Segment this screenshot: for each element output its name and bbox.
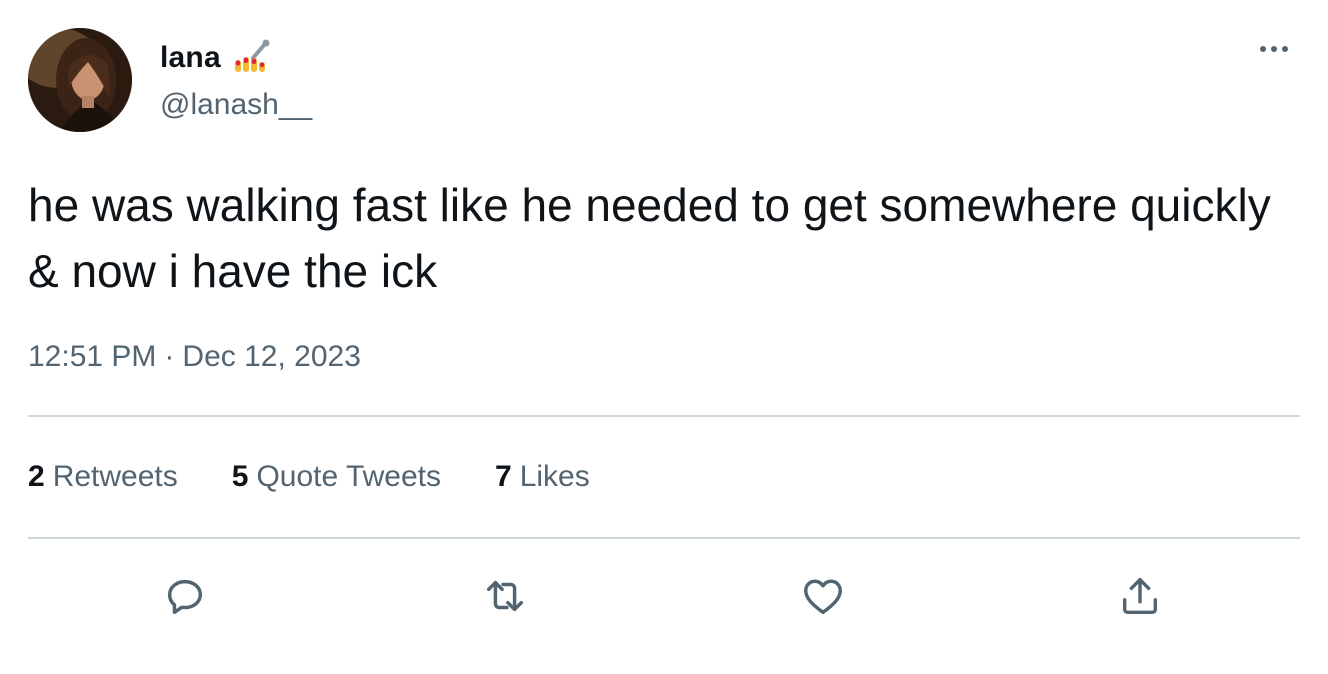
retweet-button[interactable] [475,566,535,626]
retweets-label: Retweets [52,460,178,493]
author-handle[interactable]: @lanash__ [160,88,312,122]
reply-button[interactable] [155,566,215,626]
share-button[interactable] [1110,566,1170,626]
engagement-stats: 2 Retweets 5 Quote Tweets 7 Likes [28,460,644,494]
likes-count: 7 [495,460,512,493]
more-options-button[interactable] [1252,38,1296,60]
retweets-count: 2 [28,460,45,493]
avatar-photo [28,28,132,132]
display-name[interactable]: lana [160,41,221,75]
heart-icon [804,579,842,615]
author-name-row[interactable]: lana [160,38,271,78]
likes-stat[interactable]: 7 Likes [495,460,590,494]
retweet-icon [486,580,524,612]
likes-label: Likes [519,460,590,493]
meta-separator: · [164,340,175,373]
share-icon [1122,577,1158,615]
quote-tweets-stat[interactable]: 5 Quote Tweets [232,460,441,494]
quote-tweets-count: 5 [231,460,249,493]
dot-icon [1271,46,1277,52]
like-button[interactable] [793,566,853,626]
avatar[interactable] [28,28,132,132]
dot-icon [1282,46,1288,52]
tweet-timestamp[interactable]: 12:51 PM · Dec 12, 2023 [28,340,361,374]
divider [28,415,1300,417]
tweet-time: 12:51 PM [28,340,157,373]
nail-polish-emoji [231,38,271,78]
tweet-actions-bar [0,566,1328,626]
divider [28,537,1300,539]
tweet-date: Dec 12, 2023 [182,340,361,373]
tweet-text: he was walking fast like he needed to ge… [28,179,1284,297]
quote-tweets-label: Quote Tweets [256,460,441,493]
retweets-stat[interactable]: 2 Retweets [28,460,178,494]
reply-icon [167,579,203,615]
dot-icon [1260,46,1266,52]
